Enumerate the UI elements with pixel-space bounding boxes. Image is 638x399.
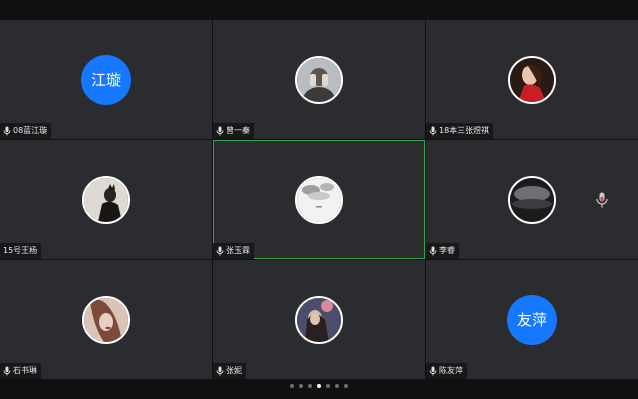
participant-tile[interactable]: 曾一秦 — [213, 20, 425, 139]
avatar — [295, 295, 343, 344]
avatar — [82, 295, 130, 344]
participant-tile[interactable]: 张妮 — [213, 260, 425, 379]
participant-name: 18本三张煜祺 — [439, 126, 490, 135]
participant-name: 曾一秦 — [226, 126, 250, 135]
page-dot-active[interactable] — [317, 384, 321, 388]
participant-name: 石书琳 — [13, 366, 37, 375]
participant-tile-active[interactable]: 张玉霖 — [213, 140, 425, 259]
avatar-initials: 友萍 — [516, 311, 547, 329]
participant-name: 张玉霖 — [226, 246, 250, 255]
participant-name-tag: 石书琳 — [0, 363, 41, 379]
participant-name: 陈友萍 — [439, 366, 463, 375]
microphone-icon — [429, 246, 437, 256]
microphone-icon — [216, 126, 224, 136]
participant-tile[interactable]: 18本三张煜祺 — [426, 20, 638, 139]
avatar — [295, 55, 343, 104]
participant-tile[interactable]: 15号王杨 — [0, 140, 212, 259]
participant-tile[interactable]: 李睿 — [426, 140, 638, 259]
participant-name-tag: 曾一秦 — [213, 123, 254, 139]
avatar — [508, 175, 556, 224]
participant-tile[interactable]: 友萍 陈友萍 — [426, 260, 638, 379]
page-indicator[interactable] — [0, 384, 638, 390]
microphone-icon — [216, 366, 224, 376]
participant-name-tag: 08蓝江璇 — [0, 123, 52, 139]
participant-name: 张妮 — [226, 366, 242, 375]
avatar: 江璇 — [81, 54, 131, 105]
page-dot[interactable] — [344, 384, 348, 388]
video-grid: 江璇 08蓝江璇 曾一秦 18本三张煜祺 15号王杨 张玉霖 李睿 石书琳 张妮… — [0, 20, 638, 379]
microphone-icon — [3, 126, 11, 136]
microphone-icon — [3, 366, 11, 376]
participant-tile[interactable]: 江璇 08蓝江璇 — [0, 20, 212, 139]
avatar — [295, 175, 343, 224]
avatar — [82, 175, 130, 224]
participant-name-tag: 张妮 — [213, 363, 246, 379]
avatar-initials: 江璇 — [90, 71, 121, 89]
participant-name: 李睿 — [439, 246, 455, 255]
participant-name-tag: 张玉霖 — [213, 243, 254, 259]
participant-name: 08蓝江璇 — [13, 126, 48, 135]
page-dot[interactable] — [299, 384, 303, 388]
page-dot[interactable] — [326, 384, 330, 388]
page-dot[interactable] — [290, 384, 294, 388]
page-dot[interactable] — [335, 384, 339, 388]
participant-tile[interactable]: 石书琳 — [0, 260, 212, 379]
participant-name-tag: 15号王杨 — [0, 243, 42, 259]
participant-name-tag: 李睿 — [426, 243, 459, 259]
avatar — [508, 55, 556, 104]
page-dot[interactable] — [308, 384, 312, 388]
microphone-icon — [216, 246, 224, 256]
avatar: 友萍 — [507, 294, 557, 345]
microphone-icon — [429, 366, 437, 376]
participant-name-tag: 18本三张煜祺 — [426, 123, 494, 139]
microphone-icon — [429, 126, 437, 136]
microphone-speaking-icon — [596, 192, 608, 208]
participant-name: 15号王杨 — [3, 246, 38, 255]
participant-name-tag: 陈友萍 — [426, 363, 467, 379]
